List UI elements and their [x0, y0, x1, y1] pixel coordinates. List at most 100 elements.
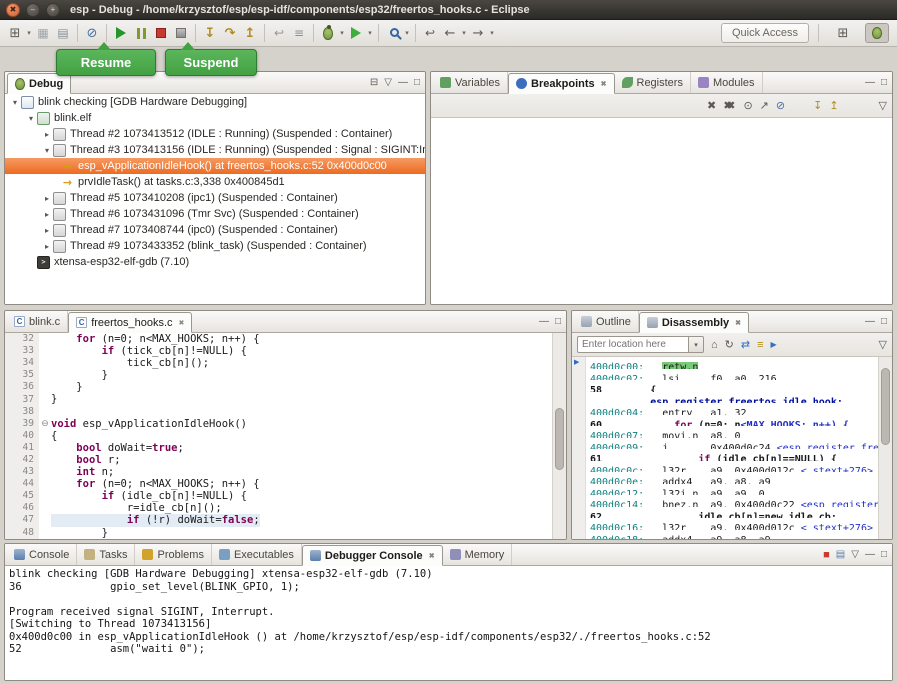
minimize-view-icon[interactable]	[865, 77, 875, 88]
show-source-icon[interactable]	[757, 339, 763, 351]
back-dropdown-icon[interactable]	[460, 29, 468, 37]
tab-registers[interactable]: Registers	[615, 72, 691, 93]
expander-icon[interactable]	[41, 194, 53, 203]
disassembly-line[interactable]: 400d0c14: bnez.n a9, 0x400d0c22 <esp_reg…	[572, 495, 892, 507]
code-line[interactable]: 48 }	[5, 527, 566, 539]
scrollbar-thumb[interactable]	[555, 408, 564, 470]
fold-marker-icon[interactable]	[41, 418, 49, 429]
close-tab-icon[interactable]	[429, 552, 435, 560]
tree-item-stack-frame[interactable]: prvIdleTask() at tasks.c:3,338 0x400845d…	[5, 174, 425, 190]
maximize-view-icon[interactable]	[881, 549, 887, 560]
disassembly-source-line[interactable]: 62 idle_cb[n]=new_idle_cb;	[572, 507, 892, 519]
minimize-view-icon[interactable]	[539, 316, 549, 327]
close-tab-icon[interactable]	[179, 319, 185, 327]
expander-icon[interactable]	[41, 130, 53, 139]
save-icon[interactable]	[33, 23, 53, 43]
home-icon[interactable]	[711, 339, 718, 351]
quick-access-button[interactable]: Quick Access	[721, 23, 809, 43]
terminate-icon[interactable]	[151, 23, 171, 43]
expander-icon[interactable]	[25, 114, 37, 123]
console-output[interactable]: blink checking [GDB Hardware Debugging] …	[5, 566, 892, 681]
skip-all-breakpoints-icon[interactable]	[82, 23, 102, 43]
tree-item-stack-frame-selected[interactable]: esp_vApplicationIdleHook() at freertos_h…	[5, 158, 425, 174]
code-line[interactable]: 40{	[5, 430, 566, 442]
code-editor[interactable]: 32 for (n=0; n<MAX_HOOKS; n++) { 33 if (…	[5, 333, 566, 540]
code-line[interactable]: 34 tick_cb[n]();	[5, 357, 566, 369]
export-breakpoints-icon[interactable]	[829, 99, 838, 112]
breakpoints-list-empty[interactable]	[431, 118, 892, 304]
tab-variables[interactable]: Variables	[433, 72, 508, 93]
new-wizard-dropdown-icon[interactable]	[25, 29, 33, 37]
disassembly-line[interactable]: 400d0c09: j 0x400d0c24 <esp_register_fre…	[572, 438, 892, 450]
close-tab-icon[interactable]	[735, 319, 741, 327]
code-line[interactable]: 33 if (tick_cb[n]!=NULL) {	[5, 345, 566, 357]
forward-icon[interactable]	[468, 23, 488, 43]
show-breakpoints-icon[interactable]	[743, 99, 752, 112]
tab-disassembly[interactable]: Disassembly	[639, 312, 749, 333]
disassembly-source-line[interactable]: 58 {	[572, 380, 892, 392]
step-into-icon[interactable]	[200, 23, 220, 43]
tab-breakpoints[interactable]: Breakpoints	[508, 73, 614, 94]
remove-all-breakpoints-icon[interactable]	[723, 99, 732, 112]
maximize-view-icon[interactable]	[555, 316, 561, 327]
disassembly-line[interactable]: 400d0c00: retw.n	[572, 357, 892, 369]
code-line[interactable]: 39void esp_vApplicationIdleHook()	[5, 418, 566, 430]
tree-item-thread[interactable]: Thread #5 1073410208 (ipc1) (Suspended :…	[5, 190, 425, 206]
minimize-view-icon[interactable]	[865, 316, 875, 327]
maximize-view-icon[interactable]	[881, 316, 887, 327]
print-icon[interactable]	[53, 23, 73, 43]
follow-pc-icon[interactable]	[771, 340, 777, 349]
import-breakpoints-icon[interactable]	[813, 99, 822, 112]
maximize-window-button[interactable]	[46, 3, 60, 17]
scrollbar-thumb[interactable]	[881, 368, 890, 445]
minimize-view-icon[interactable]	[865, 549, 875, 560]
new-wizard-icon[interactable]	[5, 23, 25, 43]
code-line[interactable]: 46 r=idle_cb[n]();	[5, 502, 566, 514]
search-icon[interactable]	[383, 23, 403, 43]
code-line[interactable]: 43 int n;	[5, 466, 566, 478]
maximize-view-icon[interactable]	[881, 77, 887, 88]
tree-item-gdb-process[interactable]: xtensa-esp32-elf-gdb (7.10)	[5, 254, 425, 270]
expander-icon[interactable]	[41, 226, 53, 235]
close-window-button[interactable]	[6, 3, 20, 17]
code-line[interactable]: 44 for (n=0; n<MAX_HOOKS; n++) {	[5, 478, 566, 490]
location-dropdown-icon[interactable]	[689, 336, 704, 353]
tab-debug[interactable]: Debug	[7, 73, 71, 94]
expander-icon[interactable]	[41, 210, 53, 219]
run-dropdown-icon[interactable]	[366, 29, 374, 37]
terminate-icon[interactable]	[823, 549, 830, 561]
disassembly-line[interactable]: 400d0c16: l32r a9, 0x400d012c <_stext+27…	[572, 518, 892, 530]
debug-icon[interactable]	[318, 23, 338, 43]
disassembly-source-line[interactable]: 61 if (idle_cb[n]==NULL) {	[572, 449, 892, 461]
view-menu-icon[interactable]	[879, 338, 887, 351]
location-input[interactable]	[577, 336, 689, 353]
tab-tasks[interactable]: Tasks	[77, 544, 135, 565]
code-line[interactable]: 32 for (n=0; n<MAX_HOOKS; n++) {	[5, 333, 566, 345]
tab-blink-c[interactable]: blink.c	[7, 311, 68, 332]
tab-outline[interactable]: Outline	[574, 311, 639, 332]
last-edit-location-icon[interactable]	[420, 23, 440, 43]
tab-problems[interactable]: Problems	[135, 544, 211, 565]
step-return-icon[interactable]	[240, 23, 260, 43]
code-line[interactable]: 42 bool r;	[5, 454, 566, 466]
debug-perspective-button[interactable]	[865, 23, 889, 43]
maximize-view-icon[interactable]	[414, 77, 420, 88]
tree-item-thread[interactable]: Thread #6 1073431096 (Tmr Svc) (Suspende…	[5, 206, 425, 222]
disconnect-icon[interactable]	[171, 23, 191, 43]
back-icon[interactable]	[440, 23, 460, 43]
disassembly-line[interactable]: 400d0c12: l32i.n a9, a9, 0	[572, 484, 892, 496]
tree-item-thread[interactable]: Thread #9 1073433352 (blink_task) (Suspe…	[5, 238, 425, 254]
tree-item-program[interactable]: blink.elf	[5, 110, 425, 126]
tree-item-thread[interactable]: Thread #3 1073413156 (IDLE : Running) (S…	[5, 142, 425, 158]
tree-item-thread[interactable]: Thread #2 1073413512 (IDLE : Running) (S…	[5, 126, 425, 142]
step-over-icon[interactable]	[220, 23, 240, 43]
disassembly-listing[interactable]: 400d0c00: retw.n 400d0c02: lsi f0, a0, 2…	[572, 357, 892, 540]
expander-icon[interactable]	[41, 242, 53, 251]
code-line[interactable]: 36 }	[5, 381, 566, 393]
tab-executables[interactable]: Executables	[212, 544, 302, 565]
debug-dropdown-icon[interactable]	[338, 29, 346, 37]
tab-freertos-hooks-c[interactable]: freertos_hooks.c	[68, 312, 192, 333]
refresh-icon[interactable]	[725, 338, 734, 351]
tab-modules[interactable]: Modules	[691, 72, 763, 93]
disassembly-vertical-scrollbar[interactable]	[878, 357, 892, 540]
